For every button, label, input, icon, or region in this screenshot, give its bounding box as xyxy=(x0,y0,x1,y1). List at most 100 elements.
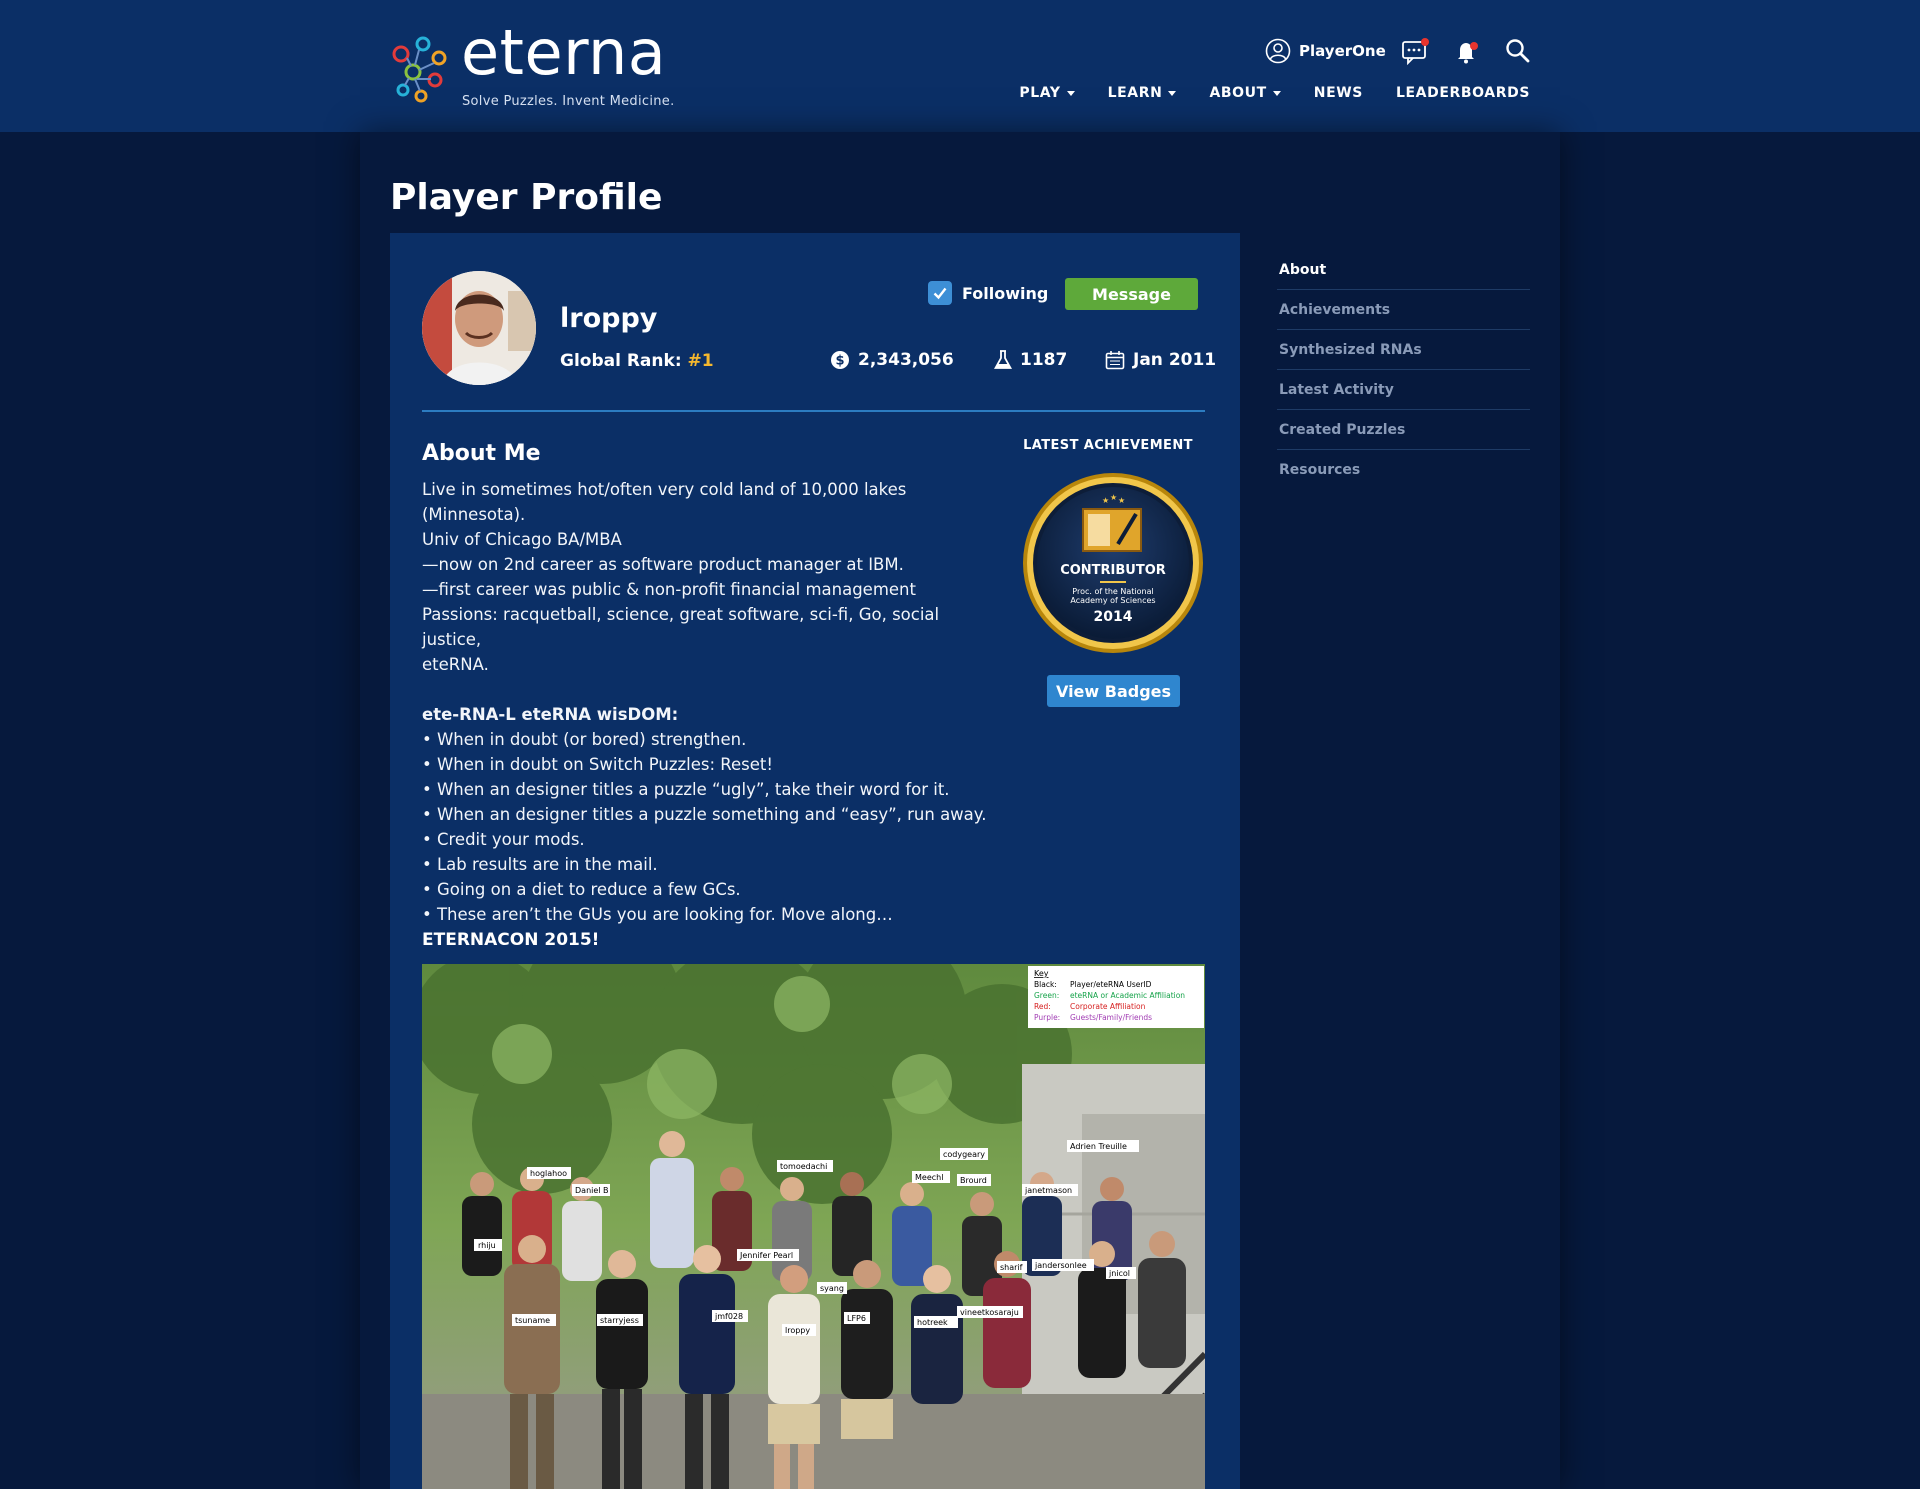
name-tag: jmf028 xyxy=(714,1312,743,1321)
message-button[interactable]: Message xyxy=(1065,278,1198,310)
name-tag: vineetkosaraju xyxy=(960,1308,1019,1317)
joined-stat: Jan 2011 xyxy=(1105,350,1216,370)
nav-news[interactable]: NEWS xyxy=(1314,85,1363,101)
photo-key-legend: Key Black: Player/eteRNA UserID Green: e… xyxy=(1028,966,1204,1028)
name-tag: hotreek xyxy=(917,1318,948,1327)
key-label: Black: xyxy=(1034,980,1057,989)
key-title: Key xyxy=(1034,969,1049,978)
user-menu[interactable]: PlayerOne xyxy=(1265,37,1386,65)
profile-side-nav: About Achievements Synthesized RNAs Late… xyxy=(1277,250,1530,490)
eternacon-heading: ETERNACON 2015! xyxy=(422,930,600,950)
nav-leaderboards-label: LEADERBOARDS xyxy=(1396,85,1530,101)
nav-play[interactable]: PLAY xyxy=(1019,85,1075,101)
about-line: —now on 2nd career as software product m… xyxy=(422,555,904,574)
name-tag: tsuname xyxy=(515,1316,550,1325)
wisdom-item: • When an designer titles a puzzle somet… xyxy=(422,805,987,824)
side-nav-latest-activity[interactable]: Latest Activity xyxy=(1277,370,1530,410)
chevron-down-icon xyxy=(1066,90,1075,96)
check-icon xyxy=(933,287,947,300)
nav-about[interactable]: ABOUT xyxy=(1209,85,1281,101)
svg-text:★: ★ xyxy=(1118,496,1125,505)
about-heading: About Me xyxy=(422,441,541,466)
following-label: Following xyxy=(962,283,1049,303)
badge-line-1: Proc. of the National xyxy=(1072,587,1153,596)
badge-title: CONTRIBUTOR xyxy=(1060,563,1166,578)
about-body: Live in sometimes hot/often very cold la… xyxy=(422,477,992,927)
wisdom-item: • Going on a diet to reduce a few GCs. xyxy=(422,880,741,899)
key-label: Purple: xyxy=(1034,1013,1060,1022)
badge-line-2: Academy of Sciences xyxy=(1070,596,1155,605)
side-nav-about[interactable]: About xyxy=(1277,250,1530,290)
key-value: Player/eteRNA UserID xyxy=(1070,980,1152,989)
wisdom-item: • When an designer titles a puzzle “ugly… xyxy=(422,780,950,799)
name-tag: hoglahoo xyxy=(530,1169,567,1178)
view-badges-button[interactable]: View Badges xyxy=(1047,675,1180,707)
user-icon xyxy=(1265,38,1291,64)
wisdom-item: • When in doubt on Switch Puzzles: Reset… xyxy=(422,755,773,774)
follow-toggle[interactable]: Following xyxy=(928,281,1048,305)
search-icon xyxy=(1506,39,1530,63)
avatar-portrait xyxy=(422,271,536,385)
bell-notification-dot xyxy=(1470,42,1478,50)
name-tag: lroppy xyxy=(785,1326,810,1335)
rank-value: #1 xyxy=(687,351,714,371)
page-title: Player Profile xyxy=(390,177,663,218)
username-label: PlayerOne xyxy=(1299,42,1386,60)
global-rank: Global Rank: #1 xyxy=(560,351,714,371)
points-value: 2,343,056 xyxy=(858,350,954,370)
search-button[interactable] xyxy=(1504,37,1532,65)
name-tag: jnicol xyxy=(1108,1269,1130,1278)
following-checkbox[interactable] xyxy=(928,281,952,305)
name-tag: codygeary xyxy=(943,1150,985,1159)
notifications-button[interactable] xyxy=(1453,37,1481,65)
name-tag: starryjess xyxy=(600,1316,639,1325)
key-label: Green: xyxy=(1034,991,1059,1000)
about-line: eteRNA. xyxy=(422,655,489,674)
group-photo-image: Key Black: Player/eteRNA UserID Green: e… xyxy=(422,964,1205,1489)
about-line: Univ of Chicago BA/MBA xyxy=(422,530,622,549)
logo-wordmark: eterna xyxy=(461,16,667,89)
side-nav-created-puzzles[interactable]: Created Puzzles xyxy=(1277,410,1530,450)
name-tag: janetmason xyxy=(1024,1186,1072,1195)
contributor-badge[interactable]: ★ ★ ★ CONTRIBUTOR Proc. of the National … xyxy=(1022,472,1204,654)
chat-notification-dot xyxy=(1421,38,1429,46)
badge-year: 2014 xyxy=(1094,609,1133,625)
chat-button[interactable] xyxy=(1401,37,1429,66)
side-nav-resources[interactable]: Resources xyxy=(1277,450,1530,490)
key-value: Corporate Affiliation xyxy=(1070,1002,1146,1011)
labs-value: 1187 xyxy=(1020,350,1068,370)
coin-icon: $ xyxy=(831,351,849,369)
svg-text:$: $ xyxy=(835,354,844,369)
chevron-down-icon xyxy=(1168,90,1177,96)
name-tag: tomoedachi xyxy=(780,1162,827,1171)
logo-tagline: Solve Puzzles. Invent Medicine. xyxy=(462,94,675,109)
key-label: Red: xyxy=(1034,1002,1051,1011)
nav-learn[interactable]: LEARN xyxy=(1108,85,1177,101)
labs-stat: 1187 xyxy=(994,350,1067,370)
name-tag: rhiju xyxy=(478,1241,496,1250)
side-nav-achievements[interactable]: Achievements xyxy=(1277,290,1530,330)
logo-molecule-icon xyxy=(392,36,447,103)
rank-label: Global Rank: xyxy=(560,351,682,371)
wisdom-item: • Lab results are in the mail. xyxy=(422,855,658,874)
key-value: Guests/Family/Friends xyxy=(1070,1013,1152,1022)
wisdom-item: • When in doubt (or bored) strengthen. xyxy=(422,730,747,749)
about-spacer xyxy=(422,677,992,702)
nav-leaderboards[interactable]: LEADERBOARDS xyxy=(1396,85,1530,101)
chevron-down-icon xyxy=(1272,90,1281,96)
name-tag: syang xyxy=(820,1284,844,1293)
about-line: Live in sometimes hot/often very cold la… xyxy=(422,480,907,524)
nav-play-label: PLAY xyxy=(1019,85,1061,101)
name-tag: Daniel B xyxy=(575,1186,609,1195)
player-name: lroppy xyxy=(560,303,658,334)
name-tag: jandersonlee xyxy=(1034,1261,1087,1270)
side-nav-synthesized-rnas[interactable]: Synthesized RNAs xyxy=(1277,330,1530,370)
eterna-logo[interactable]: eterna Solve Puzzles. Invent Medicine. xyxy=(389,22,679,114)
svg-text:★: ★ xyxy=(1110,493,1117,502)
name-tag: LFP6 xyxy=(847,1314,866,1323)
name-tag: sharif xyxy=(1000,1263,1023,1272)
wisdom-item: • Credit your mods. xyxy=(422,830,585,849)
main-nav: PLAY LEARN ABOUT NEWS LEADERBOARDS xyxy=(1019,85,1530,101)
page-container: Player Profile lroppy Global Rank: #1 Fo… xyxy=(360,132,1560,1489)
about-line: —first career was public & non-profit fi… xyxy=(422,580,916,599)
